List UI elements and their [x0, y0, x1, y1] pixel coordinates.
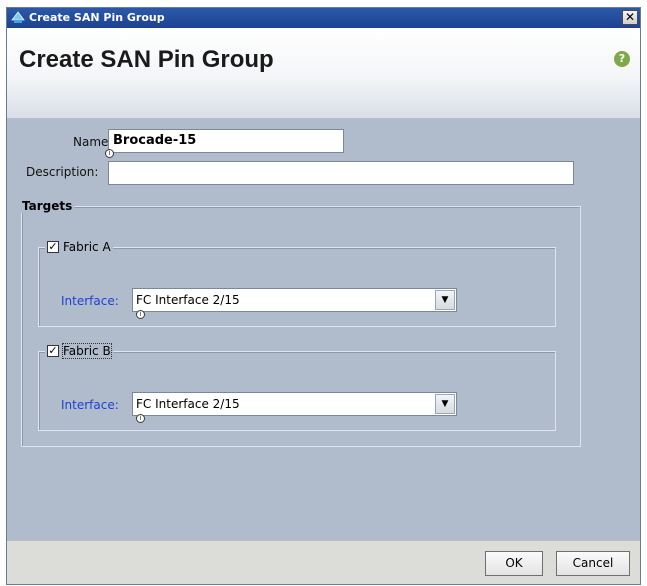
fabric-a-checkbox[interactable]: ✓ — [47, 241, 59, 253]
fabric-a-interface-select[interactable]: FC Interface 2/15 ▼ — [132, 288, 457, 312]
form-area: Name: Brocade-15 i Description: Targets … — [7, 118, 640, 541]
cancel-button[interactable]: Cancel — [556, 551, 630, 576]
description-label: Description: — [26, 165, 99, 179]
dialog-footer: OK Cancel — [7, 540, 640, 584]
fabric-a-legend: ✓ Fabric A — [45, 240, 113, 254]
fabric-b-label[interactable]: Fabric B — [62, 343, 112, 359]
title-bar[interactable]: Create SAN Pin Group ✕ — [7, 8, 640, 28]
ok-button[interactable]: OK — [485, 551, 543, 576]
dialog-header: Create SAN Pin Group ? — [7, 28, 640, 118]
chevron-down-icon[interactable]: ▼ — [435, 394, 455, 414]
dialog-window: Create SAN Pin Group ✕ Create SAN Pin Gr… — [6, 7, 641, 585]
name-input[interactable]: Brocade-15 — [108, 129, 344, 153]
fabric-b-checkbox[interactable]: ✓ — [47, 345, 59, 357]
description-input[interactable] — [108, 161, 574, 185]
info-marker-icon: i — [136, 414, 145, 423]
page-title: Create SAN Pin Group — [19, 46, 274, 73]
help-icon[interactable]: ? — [614, 51, 630, 67]
fabric-b-legend: ✓ Fabric B — [45, 343, 113, 359]
targets-group: Targets ✓ Fabric A Interface: FC Interfa… — [20, 199, 581, 447]
fabric-a-interface-label: Interface: — [61, 294, 119, 308]
targets-legend: Targets — [20, 199, 75, 213]
fabric-b-interface-value: FC Interface 2/15 — [136, 397, 240, 411]
chevron-down-icon[interactable]: ▼ — [435, 290, 455, 310]
fabric-b-interface-label: Interface: — [61, 398, 119, 412]
app-icon — [11, 11, 25, 23]
close-button[interactable]: ✕ — [622, 10, 638, 25]
info-marker-icon: i — [136, 310, 145, 319]
fabric-a-group: ✓ Fabric A Interface: FC Interface 2/15 … — [38, 240, 556, 327]
fabric-a-label[interactable]: Fabric A — [63, 240, 111, 254]
fabric-b-interface-select[interactable]: FC Interface 2/15 ▼ — [132, 392, 457, 416]
fabric-b-group: ✓ Fabric B Interface: FC Interface 2/15 … — [38, 343, 556, 431]
name-label: Name: — [73, 135, 113, 149]
window-title: Create SAN Pin Group — [29, 11, 165, 24]
fabric-a-interface-value: FC Interface 2/15 — [136, 293, 240, 307]
info-marker-icon: i — [105, 149, 114, 158]
